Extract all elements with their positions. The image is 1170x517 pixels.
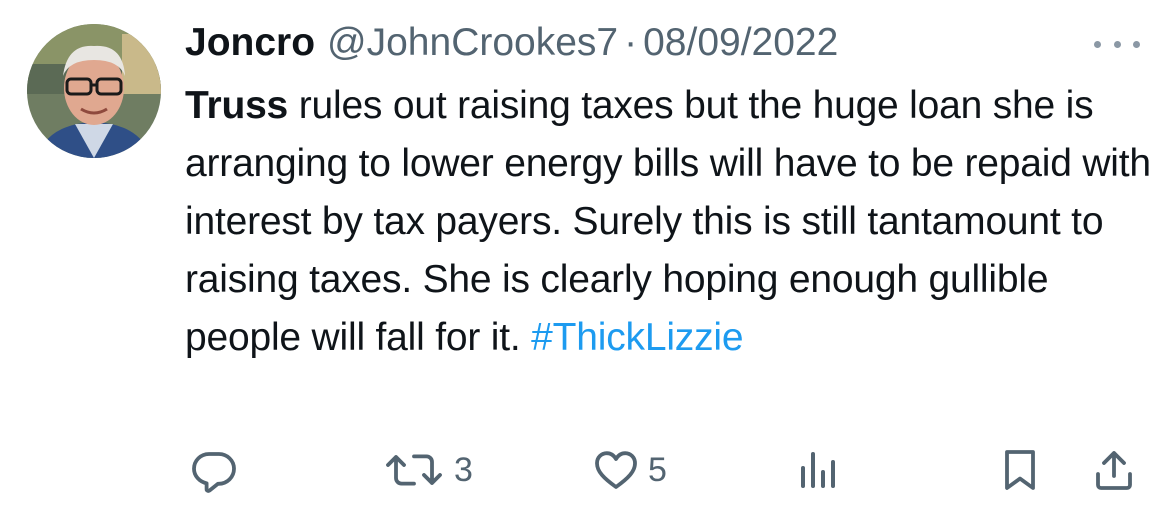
author-name[interactable]: Joncro	[185, 20, 315, 66]
share-button[interactable]	[1090, 440, 1138, 500]
bookmark-icon	[996, 446, 1044, 494]
more-dot	[1094, 40, 1101, 48]
reply-icon	[190, 446, 238, 494]
tweet-date[interactable]: 08/09/2022	[643, 20, 838, 66]
heart-icon	[592, 446, 640, 494]
hashtag-link[interactable]: #ThickLizzie	[531, 316, 743, 359]
like-button[interactable]: 5	[592, 440, 667, 500]
analytics-icon	[794, 446, 842, 494]
tweet-text: Truss rules out raising taxes but the hu…	[185, 77, 1157, 367]
retweet-button[interactable]: 3	[382, 440, 473, 500]
more-dot	[1133, 40, 1140, 48]
views-button[interactable]	[794, 440, 842, 500]
reply-button[interactable]	[190, 440, 238, 500]
author-handle[interactable]: @JohnCrookes7	[327, 20, 618, 66]
separator-dot: ·	[624, 21, 638, 64]
retweet-icon	[382, 446, 446, 494]
avatar[interactable]	[27, 24, 161, 158]
like-count: 5	[648, 450, 667, 489]
tweet-text-bold: Truss	[185, 84, 289, 127]
share-icon	[1090, 446, 1138, 494]
tweet[interactable]: Joncro @JohnCrookes7 · 08/09/2022 Truss …	[0, 0, 1170, 517]
more-dot	[1113, 40, 1121, 48]
tweet-actions: 3 5	[0, 440, 1170, 500]
more-options-icon[interactable]	[1094, 34, 1140, 54]
bookmark-button[interactable]	[996, 440, 1044, 500]
retweet-count: 3	[454, 450, 473, 489]
tweet-header: Joncro @JohnCrookes7 · 08/09/2022	[185, 20, 838, 66]
